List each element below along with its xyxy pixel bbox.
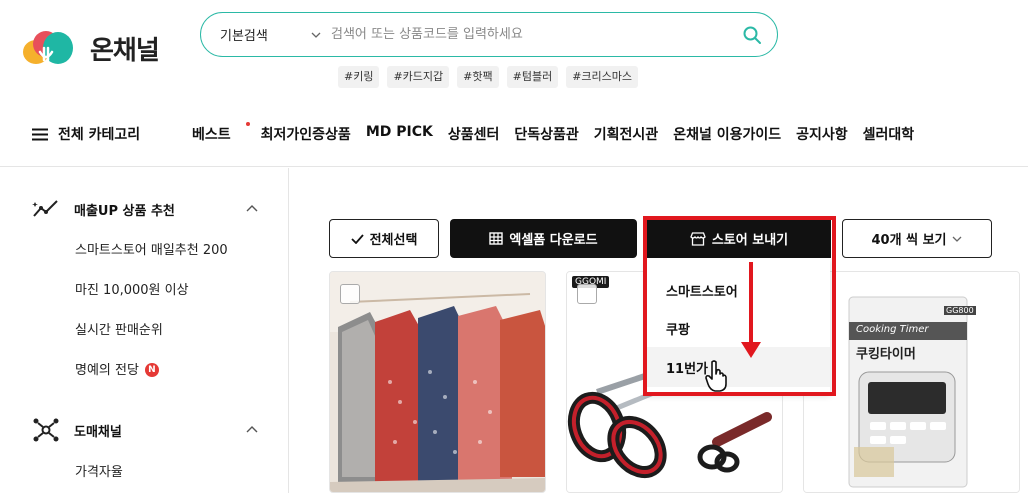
chevron-up-icon[interactable]: [246, 202, 258, 215]
all-categories-label: 전체 카테고리: [58, 127, 141, 143]
nav-menu: 베스트 최저가인증상품 MD PICK 상품센터 단독상품관 기획전시관 온채널…: [192, 122, 929, 144]
new-dot: [245, 122, 250, 126]
chevron-down-icon: [953, 236, 962, 242]
tag-item[interactable]: #텀블러: [506, 66, 559, 88]
excel-download-button[interactable]: 엑셀폼 다운로드: [450, 219, 637, 258]
arrow-down-icon: [741, 262, 761, 358]
sidebar-section-wholesale[interactable]: 도매채널: [32, 417, 122, 443]
timer-name: 쿠킹타이머: [856, 347, 916, 362]
search-input[interactable]: [331, 27, 727, 42]
per-page-label: 40개 씩 보기: [871, 233, 947, 248]
network-icon: [33, 418, 59, 442]
excel-download-label: 엑셀폼 다운로드: [509, 233, 598, 248]
search-type-select[interactable]: 기본검색: [201, 25, 331, 44]
check-icon: [350, 233, 364, 244]
tag-item[interactable]: #핫팩: [457, 66, 499, 88]
logo-text: 온채널: [90, 35, 160, 66]
sidebar-section-title: 도매채널: [74, 424, 122, 440]
tag-item[interactable]: #카드지갑: [387, 66, 450, 88]
search-icon: [743, 26, 761, 44]
nav-item-lowest-price[interactable]: 최저가인증상품: [261, 124, 351, 144]
search-bar: 기본검색: [200, 12, 778, 57]
chevron-up-icon[interactable]: [246, 423, 258, 436]
store-send-button[interactable]: 스토어 보내기: [647, 219, 831, 258]
nav-item-seller-univ[interactable]: 셀러대학: [863, 124, 915, 144]
table-icon: [489, 232, 504, 245]
store-send-label: 스토어 보내기: [711, 233, 789, 248]
product-image-vests: [330, 272, 545, 492]
sidebar: 매출UP 상품 추천 스마트스토어 매일추천 200 마진 10,000원 이상…: [0, 168, 289, 493]
select-all-button[interactable]: 전체선택: [329, 219, 439, 258]
sidebar-section-sales-up[interactable]: 매출UP 상품 추천: [32, 198, 175, 220]
search-type-label: 기본검색: [220, 29, 268, 44]
tag-item[interactable]: #크리스마스: [566, 66, 639, 88]
logo[interactable]: 온채널: [18, 26, 160, 70]
store-icon: [690, 231, 706, 246]
all-categories-button[interactable]: 전체 카테고리: [32, 124, 140, 144]
timer-code: GG800: [944, 306, 976, 315]
sidebar-item-margin[interactable]: 마진 10,000원 이상: [75, 279, 189, 298]
per-page-select[interactable]: 40개 씩 보기: [842, 219, 992, 258]
nav-item-guide[interactable]: 온채널 이용가이드: [673, 124, 781, 144]
nav-item-exclusive[interactable]: 단독상품관: [514, 124, 578, 144]
product-card[interactable]: Cooking Timer 쿠킹타이머 GG800: [803, 271, 1020, 493]
main-nav: 전체 카테고리 베스트 최저가인증상품 MD PICK 상품센터 단독상품관 기…: [0, 112, 1028, 167]
sidebar-item-price-free[interactable]: 가격자율: [75, 461, 123, 480]
product-card[interactable]: [329, 271, 546, 493]
tag-item[interactable]: #키링: [338, 66, 380, 88]
product-image-timer: [804, 272, 1019, 492]
nav-item-notice[interactable]: 공지사항: [796, 124, 848, 144]
nav-item-exhibition[interactable]: 기획전시관: [594, 124, 658, 144]
sidebar-item-label: 명예의 전당: [75, 363, 139, 378]
nav-item-md-pick[interactable]: MD PICK: [366, 124, 433, 144]
product-checkbox[interactable]: [340, 284, 360, 304]
sidebar-item-realtime-rank[interactable]: 실시간 판매순위: [75, 319, 163, 338]
hand-cursor-icon: [705, 360, 727, 392]
select-all-label: 전체선택: [369, 233, 418, 248]
nav-item-label: 베스트: [192, 127, 231, 143]
product-checkbox[interactable]: [577, 284, 597, 304]
logo-mark-icon: [23, 31, 73, 64]
hamburger-icon: [32, 128, 48, 140]
timer-brand: Cooking Timer: [856, 324, 929, 335]
nav-item-product-center[interactable]: 상품센터: [448, 124, 500, 144]
sidebar-item-hall-of-fame[interactable]: 명예의 전당 N: [75, 359, 159, 378]
popular-tags: #키링 #카드지갑 #핫팩 #텀블러 #크리스마스: [338, 66, 639, 88]
chevron-down-icon: [311, 28, 321, 41]
nav-item-best[interactable]: 베스트: [192, 122, 250, 144]
trend-up-icon: [32, 200, 58, 217]
new-badge: N: [144, 363, 159, 377]
sidebar-section-title: 매출UP 상품 추천: [74, 203, 175, 219]
sidebar-item-smartstore-daily[interactable]: 스마트스토어 매일추천 200: [75, 239, 228, 258]
search-button[interactable]: [727, 25, 777, 45]
